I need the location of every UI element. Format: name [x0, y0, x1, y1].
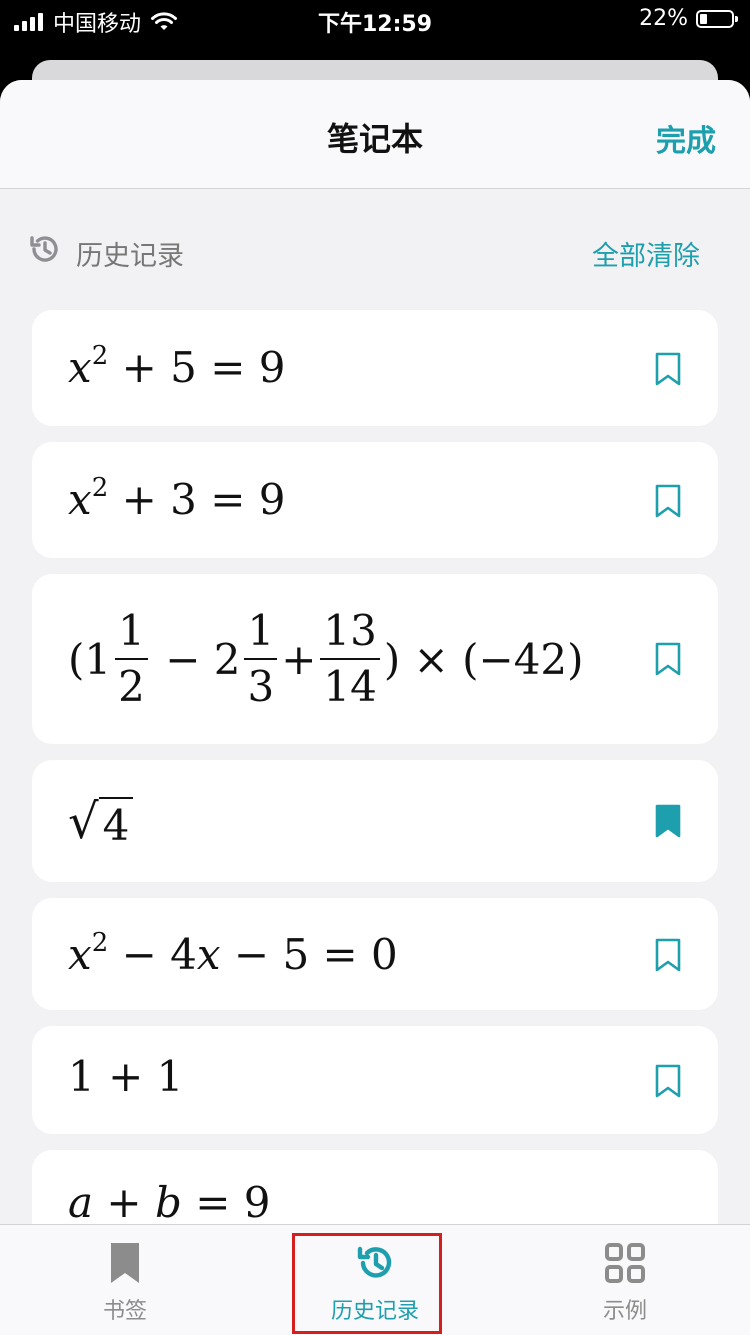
- battery-icon: [696, 9, 738, 28]
- nav-bar: 笔记本 完成: [0, 80, 750, 189]
- expression: x2 − 4x − 5 = 0: [68, 928, 398, 979]
- bookmark-icon: [111, 1243, 139, 1283]
- expression: √ 4: [68, 794, 134, 850]
- expression: x2 + 5 = 9: [68, 341, 286, 392]
- notebook-sheet: 笔记本 完成 历史记录 全部清除 x2 + 5 = 9 x2 + 3 = 9 (…: [0, 80, 750, 1334]
- section-title: 历史记录: [76, 241, 184, 272]
- status-bar: 中国移动 下午12:59 22%: [0, 0, 750, 44]
- tab-label: 书签: [102, 1299, 147, 1324]
- history-section-header: 历史记录 全部清除: [28, 230, 718, 272]
- tab-examples[interactable]: 示例: [500, 1225, 750, 1335]
- bookmark-icon[interactable]: [654, 938, 682, 972]
- history-icon: [357, 1246, 392, 1278]
- status-time: 下午12:59: [317, 12, 433, 37]
- history-item[interactable]: √ 4: [32, 760, 718, 882]
- history-item[interactable]: x2 + 3 = 9: [32, 442, 718, 558]
- tab-history[interactable]: 历史记录: [250, 1225, 500, 1335]
- expression: a + b = 9: [68, 1178, 271, 1227]
- bookmark-icon[interactable]: [654, 352, 682, 386]
- history-icon: [30, 236, 58, 262]
- history-item[interactable]: (1 12 − 2 13 + 13 14 ) × (−42): [32, 574, 718, 744]
- bookmark-icon[interactable]: [654, 1064, 682, 1098]
- history-item[interactable]: x2 + 5 = 9: [32, 310, 718, 426]
- expression: 1 + 1: [68, 1052, 184, 1101]
- expression: (1 12 − 2 13 + 13 14 ) × (−42): [68, 606, 584, 711]
- tab-bar: 书签 历史记录 示例: [0, 1224, 750, 1335]
- tab-label: 历史记录: [330, 1299, 419, 1324]
- grid-icon: [605, 1243, 645, 1283]
- bookmark-filled-icon[interactable]: [654, 804, 682, 838]
- done-button[interactable]: 完成: [656, 116, 716, 160]
- history-item[interactable]: 1 + 1: [32, 1026, 718, 1134]
- page-title: 笔记本: [326, 120, 423, 158]
- bookmark-icon[interactable]: [654, 484, 682, 518]
- bookmark-icon[interactable]: [654, 642, 682, 676]
- history-item[interactable]: x2 − 4x − 5 = 0: [32, 898, 718, 1010]
- clear-all-button[interactable]: 全部清除: [592, 234, 700, 273]
- tab-label: 示例: [602, 1299, 647, 1324]
- tab-bookmarks[interactable]: 书签: [0, 1225, 250, 1335]
- battery-percent: 22%: [639, 6, 688, 31]
- expression: x2 + 3 = 9: [68, 473, 286, 524]
